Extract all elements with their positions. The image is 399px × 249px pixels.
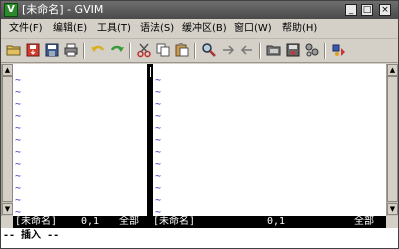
status-position: 0,1 <box>81 216 100 227</box>
open-icon[interactable] <box>5 42 22 59</box>
status-position: 0,1 <box>267 216 286 227</box>
paste-icon[interactable] <box>173 42 190 59</box>
empty-line-tilde: ~ <box>15 159 22 170</box>
copy-icon[interactable] <box>154 42 171 59</box>
empty-line-tilde: ~ <box>155 75 162 86</box>
save-all-icon[interactable] <box>43 42 60 59</box>
menu-edit[interactable]: 编辑(E) <box>53 22 87 36</box>
empty-line-tilde: ~ <box>15 75 22 86</box>
title-bar[interactable]: V [未命名] - GVIM _ □ × <box>1 1 398 19</box>
empty-line-tilde: ~ <box>15 111 22 122</box>
run-script-icon[interactable] <box>303 42 320 59</box>
empty-line-tilde: ~ <box>15 123 22 134</box>
load-session-icon[interactable] <box>265 42 282 59</box>
redo-icon[interactable] <box>108 42 125 59</box>
menu-bar: 文件(F) 编辑(E) 工具(T) 语法(S) 缓冲区(B) 窗口(W) 帮助(… <box>1 19 398 39</box>
right-tilde-column: ~ ~ ~ ~ ~ ~ ~ ~ ~ ~ ~ ~ <box>155 75 165 216</box>
empty-line-tilde: ~ <box>155 123 162 134</box>
empty-line-tilde: ~ <box>15 147 22 158</box>
command-line[interactable]: -- 插入 -- <box>1 228 398 248</box>
find-replace-icon[interactable] <box>200 42 217 59</box>
menu-window[interactable]: 窗口(W) <box>234 22 272 36</box>
empty-line-tilde: ~ <box>155 111 162 122</box>
find-next-icon[interactable] <box>219 42 236 59</box>
close-button[interactable]: × <box>379 4 391 16</box>
menu-buffers[interactable]: 缓冲区(B) <box>182 22 227 36</box>
scroll-up-icon[interactable]: ▲ <box>387 64 398 76</box>
empty-line-tilde: ~ <box>155 87 162 98</box>
vim-logo-icon[interactable]: V <box>4 3 18 17</box>
empty-line-tilde: ~ <box>15 87 22 98</box>
toolbar-separator <box>129 43 131 59</box>
toolbar <box>1 39 398 63</box>
empty-line-tilde: ~ <box>155 99 162 110</box>
find-prev-icon[interactable] <box>238 42 255 59</box>
scroll-down-icon[interactable]: ▼ <box>2 203 13 215</box>
menu-file[interactable]: 文件(F) <box>9 22 43 36</box>
undo-icon[interactable] <box>89 42 106 59</box>
left-tilde-column: ~ ~ ~ ~ ~ ~ ~ ~ ~ ~ ~ ~ <box>15 75 25 216</box>
gvim-window: V [未命名] - GVIM _ □ × 文件(F) 编辑(E) 工具(T) 语… <box>0 0 399 249</box>
status-scroll: 全部 <box>119 216 139 227</box>
scroll-down-icon[interactable]: ▼ <box>387 203 398 215</box>
empty-line-tilde: ~ <box>155 159 162 170</box>
scroll-thumb[interactable] <box>387 76 398 202</box>
right-status-line: [未命名] 0,1 全部 <box>147 216 386 228</box>
empty-line-tilde: ~ <box>155 171 162 182</box>
status-filename: [未命名] <box>15 216 58 227</box>
maximize-button[interactable]: □ <box>361 4 373 16</box>
window-title: [未命名] - GVIM <box>22 3 104 16</box>
status-filename: [未命名] <box>153 216 196 227</box>
empty-line-tilde: ~ <box>155 207 162 216</box>
toolbar-separator <box>259 43 261 59</box>
empty-line-tilde: ~ <box>155 183 162 194</box>
empty-line-tilde: ~ <box>15 135 22 146</box>
scroll-up-icon[interactable]: ▲ <box>2 64 13 76</box>
empty-line-tilde: ~ <box>15 207 22 216</box>
mode-indicator: -- 插入 -- <box>3 230 60 241</box>
menu-syntax[interactable]: 语法(S) <box>140 22 174 36</box>
empty-line-tilde: ~ <box>15 195 22 206</box>
empty-line-tilde: ~ <box>155 147 162 158</box>
toolbar-separator <box>324 43 326 59</box>
menu-tools[interactable]: 工具(T) <box>97 22 131 36</box>
make-icon[interactable] <box>330 42 347 59</box>
status-scroll: 全部 <box>354 216 374 227</box>
toolbar-separator <box>83 43 85 59</box>
menu-help[interactable]: 帮助(H) <box>282 22 317 36</box>
minimize-button[interactable]: _ <box>345 4 357 16</box>
empty-line-tilde: ~ <box>155 135 162 146</box>
scroll-thumb[interactable] <box>2 76 13 202</box>
empty-line-tilde: ~ <box>15 99 22 110</box>
left-status-line: [未命名] 0,1 全部 <box>13 216 147 228</box>
right-scrollbar[interactable]: ▲ ▼ <box>386 64 398 216</box>
print-icon[interactable] <box>62 42 79 59</box>
empty-line-tilde: ~ <box>15 183 22 194</box>
left-scrollbar[interactable]: ▲ ▼ <box>1 64 13 216</box>
save-icon[interactable] <box>24 42 41 59</box>
left-editor-pane[interactable]: ~ ~ ~ ~ ~ ~ ~ ~ ~ ~ ~ ~ <box>13 64 147 216</box>
empty-line-tilde: ~ <box>15 171 22 182</box>
toolbar-separator <box>194 43 196 59</box>
text-cursor <box>149 66 152 78</box>
right-editor-pane[interactable]: ~ ~ ~ ~ ~ ~ ~ ~ ~ ~ ~ ~ <box>153 64 386 216</box>
save-session-icon[interactable] <box>284 42 301 59</box>
cut-icon[interactable] <box>135 42 152 59</box>
empty-line-tilde: ~ <box>155 195 162 206</box>
